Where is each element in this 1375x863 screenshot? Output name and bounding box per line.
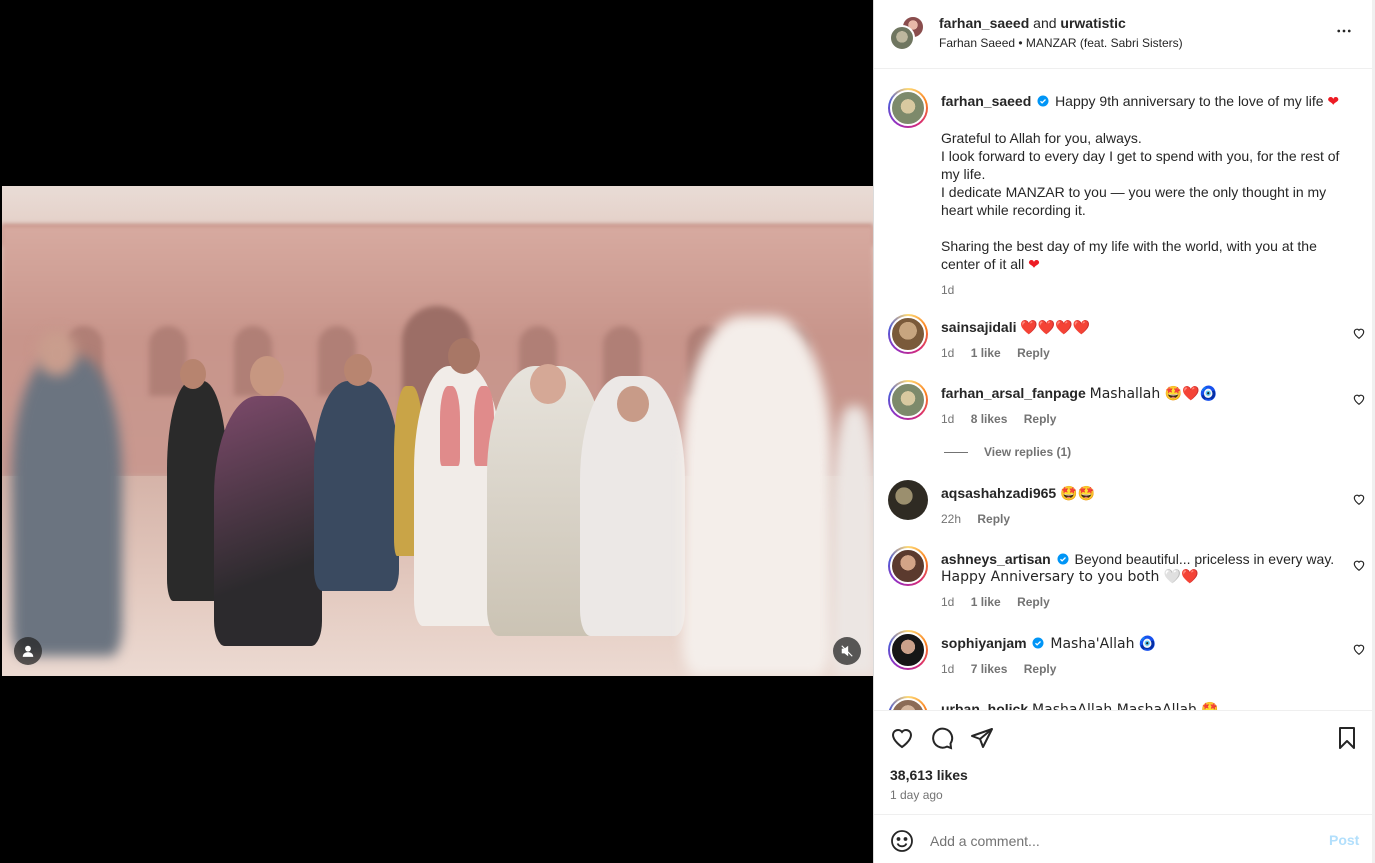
comment-text: Masha'Allah 🧿 [1050, 636, 1157, 652]
post-comment-button[interactable]: Post [1329, 832, 1359, 848]
view-replies-label: View replies (1) [984, 445, 1072, 459]
post-video[interactable] [2, 186, 873, 676]
avatar[interactable] [888, 314, 928, 354]
view-replies-button[interactable]: View replies (1) [944, 445, 1071, 459]
comment-username[interactable]: sophiyanjam [941, 635, 1027, 651]
avatar[interactable] [888, 630, 928, 670]
verified-badge-icon [1057, 553, 1069, 565]
reply-button[interactable]: Reply [977, 512, 1010, 526]
comment-text: Mashallah 🤩❤️🧿 [1089, 386, 1218, 402]
comment-input[interactable] [930, 829, 1310, 853]
comment-text: Beyond beautiful... priceless in every w… [1074, 551, 1335, 567]
reply-button[interactable]: Reply [1017, 595, 1050, 609]
comment-text-line2: Happy Anniversary to you both 🤍❤️ [941, 569, 1199, 585]
red-heart-emoji: ❤ [1327, 94, 1340, 110]
comment-username[interactable]: aqsashahzadi965 [941, 485, 1056, 501]
reply-button[interactable]: Reply [1024, 412, 1057, 426]
author-joiner: and [1033, 15, 1057, 31]
caption-first-line: Happy 9th anniversary to the love of my … [1055, 93, 1324, 109]
reply-button[interactable]: Reply [1024, 662, 1057, 676]
avatar[interactable] [888, 380, 928, 420]
comment-time[interactable]: 1d [941, 346, 954, 360]
post-header: farhan_saeed and urwatistic Farhan Saeed… [874, 0, 1373, 69]
comment-likes[interactable]: 1 like [971, 595, 1001, 609]
share-button[interactable] [969, 726, 995, 752]
heart-icon [1353, 560, 1365, 571]
comment-text: ❤️❤️❤️❤️ [1020, 320, 1091, 336]
bookmark-icon [1339, 727, 1355, 749]
caption-username[interactable]: farhan_saeed [941, 93, 1031, 109]
caption-line: Grateful to Allah for you, always. [941, 130, 1142, 146]
media-panel [0, 0, 873, 863]
comments-list[interactable]: farhan_saeed Happy 9th anniversary to th… [874, 70, 1373, 710]
comment-username[interactable]: urban_holick [941, 701, 1028, 710]
tagged-users-button[interactable] [14, 637, 42, 665]
heart-icon [891, 729, 913, 749]
red-heart-emoji: ❤ [1028, 257, 1040, 273]
user-tag-icon [22, 645, 34, 657]
paper-plane-icon [971, 728, 993, 748]
like-comment-button[interactable] [1352, 392, 1366, 406]
likes-count[interactable]: 38,613 likes [890, 767, 968, 783]
verified-badge-icon [1032, 637, 1044, 649]
collab-avatars[interactable] [889, 15, 925, 51]
heart-icon [1353, 328, 1365, 339]
comment-likes[interactable]: 7 likes [971, 662, 1008, 676]
avatar[interactable] [888, 546, 928, 586]
comment-username[interactable]: ashneys_artisan [941, 551, 1051, 567]
reply-button[interactable]: Reply [1017, 346, 1050, 360]
add-comment-bar: Post [874, 814, 1373, 863]
comment-time[interactable]: 1d [941, 412, 954, 426]
comment-likes[interactable]: 8 likes [971, 412, 1008, 426]
verified-badge-icon [1037, 95, 1049, 107]
emoji-picker-button[interactable] [890, 829, 914, 853]
heart-icon [1353, 644, 1365, 655]
more-options-button[interactable] [1329, 20, 1359, 44]
post-authors: farhan_saeed and urwatistic [939, 15, 1126, 31]
avatar[interactable] [888, 480, 928, 520]
avatar[interactable] [889, 25, 915, 51]
comment-time[interactable]: 1d [941, 662, 954, 676]
divider [944, 451, 968, 453]
caption-time[interactable]: 1d [941, 283, 954, 297]
comment-text: MashaAllah MashaAllah 🤩 [1032, 702, 1219, 710]
more-horizontal-icon [1337, 29, 1351, 32]
caption-line: I look forward to every day I get to spe… [941, 148, 1340, 182]
caption-line: Sharing the best day of my life with the… [941, 238, 1317, 272]
post-time[interactable]: 1 day ago [890, 788, 943, 802]
comment-text: 🤩🤩 [1060, 486, 1095, 502]
heart-icon [1353, 494, 1365, 505]
comment-username[interactable]: sainsajidali [941, 319, 1016, 335]
like-button[interactable] [889, 726, 915, 752]
post-sidebar: farhan_saeed and urwatistic Farhan Saeed… [873, 0, 1373, 863]
comment-time[interactable]: 1d [941, 595, 954, 609]
like-comment-button[interactable] [1352, 492, 1366, 506]
comment-username[interactable]: farhan_arsal_fanpage [941, 385, 1086, 401]
like-comment-button[interactable] [1352, 642, 1366, 656]
author-link-2[interactable]: urwatistic [1060, 15, 1125, 31]
comment-bubble-icon [932, 727, 954, 750]
mute-toggle-button[interactable] [833, 637, 861, 665]
smiley-icon [891, 830, 913, 852]
action-bar: 38,613 likes 1 day ago [874, 710, 1373, 814]
heart-icon [1353, 394, 1365, 405]
comment-time[interactable]: 22h [941, 512, 961, 526]
save-button[interactable] [1334, 726, 1360, 752]
audio-link[interactable]: Farhan Saeed • MANZAR (feat. Sabri Siste… [939, 36, 1183, 50]
avatar[interactable] [888, 696, 928, 710]
caption-line: I dedicate MANZAR to you — you were the … [941, 184, 1327, 218]
avatar[interactable] [888, 88, 928, 128]
author-link-1[interactable]: farhan_saeed [939, 15, 1029, 31]
comment-button[interactable] [929, 726, 955, 752]
speaker-muted-icon [841, 645, 853, 657]
like-comment-button[interactable] [1352, 558, 1366, 572]
comment-likes[interactable]: 1 like [971, 346, 1001, 360]
like-comment-button[interactable] [1352, 326, 1366, 340]
